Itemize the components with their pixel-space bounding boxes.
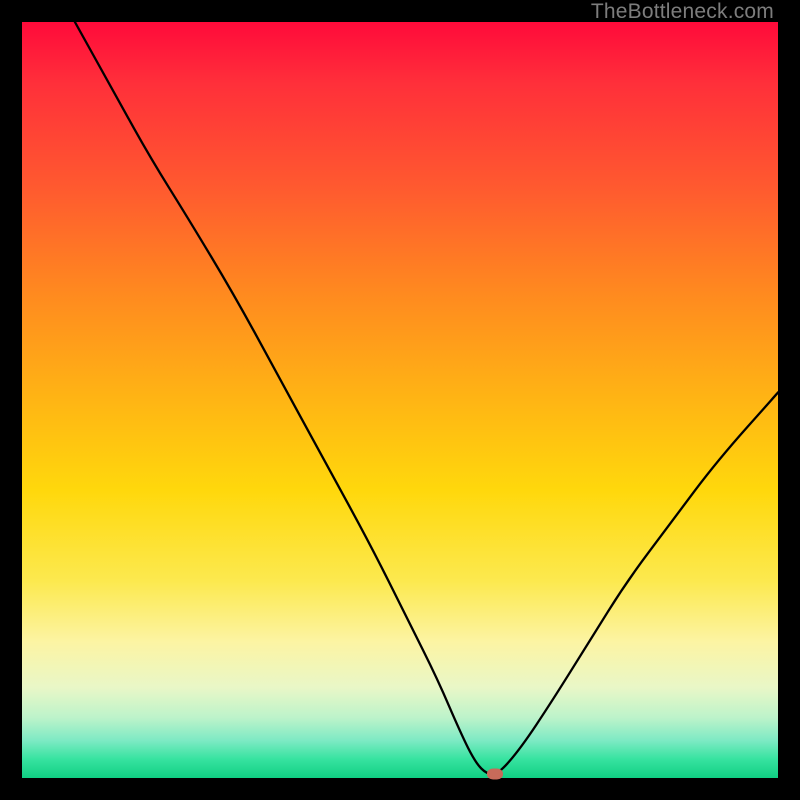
bottleneck-curve [22,22,778,778]
watermark-text: TheBottleneck.com [591,0,774,24]
minimum-point-marker [487,769,503,780]
chart-frame [22,22,778,778]
